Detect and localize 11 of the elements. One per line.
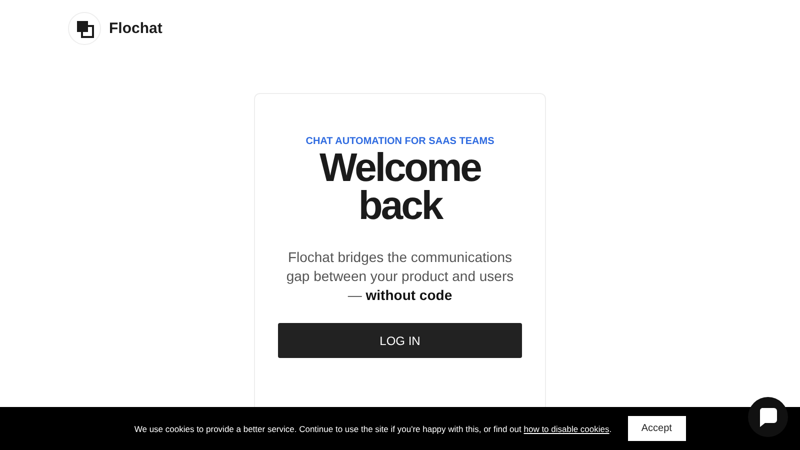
description: Flochat bridges the communications gap between your product and users — without code (285, 248, 515, 305)
cookie-message: We use cookies to provide a better service. Continue to use the site if you're happy with this, or find out how to disable cookies. (134, 424, 612, 434)
page-title: Welcome back (318, 149, 482, 225)
disable-cookies-link[interactable]: how to disable cookies (524, 424, 610, 434)
chat-icon (757, 406, 779, 428)
brand-name[interactable]: Flochat (109, 20, 162, 37)
chat-button[interactable] (748, 397, 788, 437)
accept-button[interactable]: Accept (628, 416, 686, 441)
tagline: CHAT AUTOMATION FOR SAAS TEAMS (306, 136, 494, 147)
logo-icon[interactable] (68, 12, 101, 45)
login-button[interactable]: LOG IN (278, 323, 522, 358)
